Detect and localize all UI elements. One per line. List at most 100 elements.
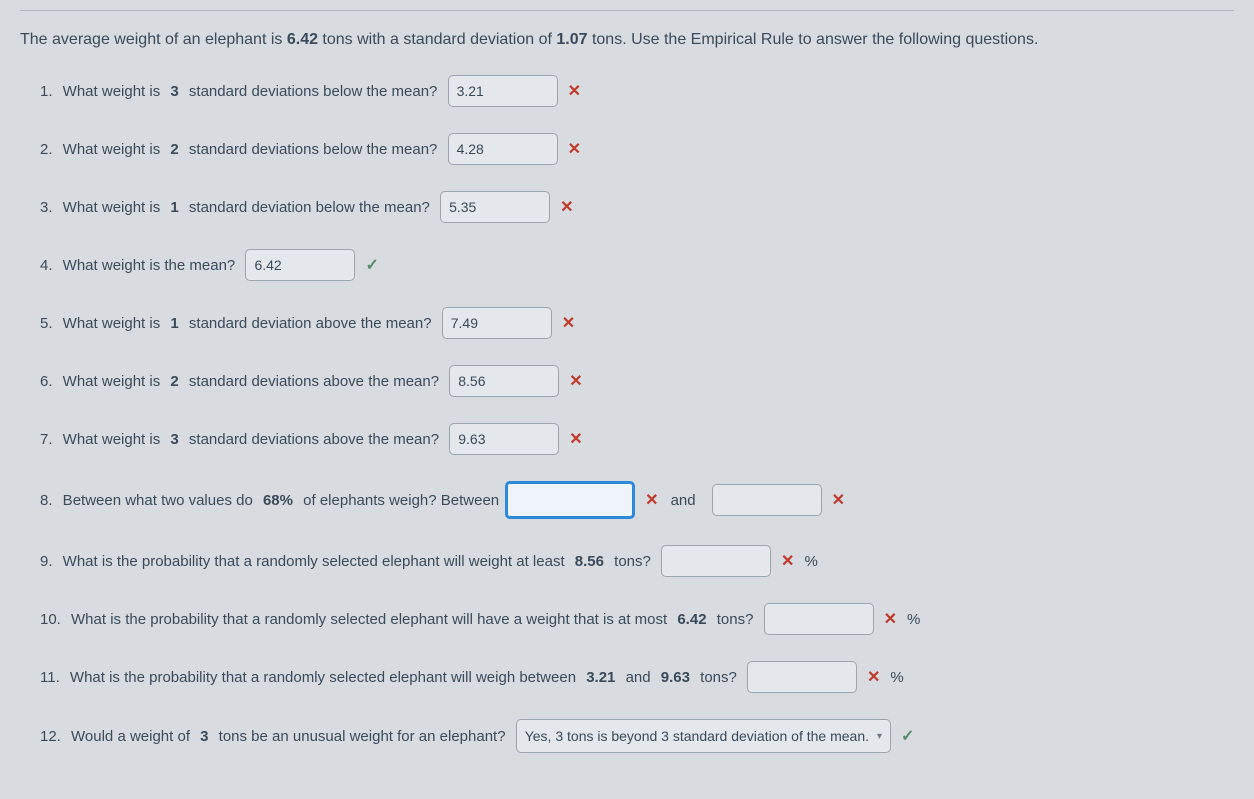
- percent-sign: %: [804, 553, 817, 570]
- q1-t1: What weight is: [59, 83, 165, 100]
- intro-prefix: The average weight of an elephant is: [20, 31, 287, 48]
- q11-num: 11.: [40, 669, 60, 686]
- q10-b1: 6.42: [677, 611, 706, 628]
- q2-input[interactable]: [448, 133, 558, 165]
- q7-input[interactable]: [449, 423, 559, 455]
- correct-icon: ✓: [901, 726, 914, 746]
- incorrect-icon: ✕: [562, 313, 575, 333]
- q3-num: 3.: [40, 199, 53, 216]
- intro-mean: 6.42: [287, 31, 318, 48]
- question-10: 10. What is the probability that a rando…: [40, 603, 1234, 635]
- q9-input[interactable]: [661, 545, 771, 577]
- q12-t2: tons be an unusual weight for an elephan…: [215, 728, 510, 745]
- q6-b1: 2: [170, 373, 178, 390]
- incorrect-icon: ✕: [884, 609, 897, 629]
- q12-select-value: Yes, 3 tons is beyond 3 standard deviati…: [525, 728, 869, 744]
- incorrect-icon: ✕: [867, 667, 880, 687]
- q2-t2: standard deviations below the mean?: [185, 141, 442, 158]
- q10-t2: tons?: [713, 611, 758, 628]
- q7-t2: standard deviations above the mean?: [185, 431, 444, 448]
- top-divider: [20, 10, 1234, 11]
- question-8: 8. Between what two values do 68% of ele…: [40, 481, 1234, 519]
- q12-num: 12.: [40, 728, 61, 745]
- question-9: 9. What is the probability that a random…: [40, 545, 1234, 577]
- incorrect-icon: ✕: [560, 197, 573, 217]
- percent-sign: %: [907, 611, 920, 628]
- intro-stddev: 1.07: [556, 31, 587, 48]
- incorrect-icon: ✕: [832, 490, 845, 510]
- q3-t1: What weight is: [59, 199, 165, 216]
- q11-input[interactable]: [747, 661, 857, 693]
- q1-b1: 3: [170, 83, 178, 100]
- question-12: 12. Would a weight of 3 tons be an unusu…: [40, 719, 1234, 753]
- q8-num: 8.: [40, 492, 53, 509]
- q11-t1: What is the probability that a randomly …: [66, 669, 580, 686]
- q9-t1: What is the probability that a randomly …: [59, 553, 569, 570]
- percent-sign: %: [890, 669, 903, 686]
- question-5: 5. What weight is 1 standard deviation a…: [40, 307, 1234, 339]
- q1-num: 1.: [40, 83, 53, 100]
- q2-b1: 2: [170, 141, 178, 158]
- question-6: 6. What weight is 2 standard deviations …: [40, 365, 1234, 397]
- q10-num: 10.: [40, 611, 61, 628]
- question-3: 3. What weight is 1 standard deviation b…: [40, 191, 1234, 223]
- q7-t1: What weight is: [59, 431, 165, 448]
- q9-t2: tons?: [610, 553, 655, 570]
- q8-and: and: [671, 492, 696, 509]
- q6-t2: standard deviations above the mean?: [185, 373, 444, 390]
- q10-input[interactable]: [764, 603, 874, 635]
- q3-input[interactable]: [440, 191, 550, 223]
- q6-num: 6.: [40, 373, 53, 390]
- q4-num: 4.: [40, 257, 53, 274]
- correct-icon: ✓: [365, 255, 378, 275]
- q8-b1: 68%: [263, 492, 293, 509]
- q9-num: 9.: [40, 553, 53, 570]
- q12-b1: 3: [200, 728, 208, 745]
- question-2: 2. What weight is 2 standard deviations …: [40, 133, 1234, 165]
- incorrect-icon: ✕: [569, 371, 582, 391]
- q6-input[interactable]: [449, 365, 559, 397]
- q2-num: 2.: [40, 141, 53, 158]
- question-4: 4. What weight is the mean? ✓: [40, 249, 1234, 281]
- q3-t2: standard deviation below the mean?: [185, 199, 434, 216]
- q5-t2: standard deviation above the mean?: [185, 315, 436, 332]
- incorrect-icon: ✕: [568, 139, 581, 159]
- incorrect-icon: ✕: [569, 429, 582, 449]
- q6-t1: What weight is: [59, 373, 165, 390]
- incorrect-icon: ✕: [781, 551, 794, 571]
- q1-t2: standard deviations below the mean?: [185, 83, 442, 100]
- q8-input-low[interactable]: [505, 481, 635, 519]
- q9-b1: 8.56: [575, 553, 604, 570]
- q4-t1: What weight is the mean?: [59, 257, 240, 274]
- incorrect-icon: ✕: [645, 490, 658, 510]
- q8-t1: Between what two values do: [59, 492, 257, 509]
- question-1: 1. What weight is 3 standard deviations …: [40, 75, 1234, 107]
- incorrect-icon: ✕: [568, 81, 581, 101]
- q5-b1: 1: [170, 315, 178, 332]
- q1-input[interactable]: [448, 75, 558, 107]
- q11-t3: tons?: [696, 669, 741, 686]
- question-7: 7. What weight is 3 standard deviations …: [40, 423, 1234, 455]
- intro-text: The average weight of an elephant is 6.4…: [20, 29, 1234, 51]
- intro-mid1: tons with a standard deviation of: [318, 31, 556, 48]
- chevron-down-icon: ▾: [877, 731, 882, 742]
- q8-input-high[interactable]: [712, 484, 822, 516]
- q11-b2: 9.63: [661, 669, 690, 686]
- question-11: 11. What is the probability that a rando…: [40, 661, 1234, 693]
- question-list: 1. What weight is 3 standard deviations …: [20, 75, 1234, 753]
- q5-input[interactable]: [442, 307, 552, 339]
- q2-t1: What weight is: [59, 141, 165, 158]
- q5-num: 5.: [40, 315, 53, 332]
- q5-t1: What weight is: [59, 315, 165, 332]
- q4-input[interactable]: [245, 249, 355, 281]
- intro-suffix: tons. Use the Empirical Rule to answer t…: [588, 31, 1039, 48]
- worksheet-container: The average weight of an elephant is 6.4…: [0, 0, 1254, 799]
- q12-t1: Would a weight of: [67, 728, 194, 745]
- q11-t2: and: [621, 669, 654, 686]
- q8-t2: of elephants weigh? Between: [299, 492, 499, 509]
- q7-num: 7.: [40, 431, 53, 448]
- q3-b1: 1: [170, 199, 178, 216]
- q11-b1: 3.21: [586, 669, 615, 686]
- q10-t1: What is the probability that a randomly …: [67, 611, 671, 628]
- q12-select[interactable]: Yes, 3 tons is beyond 3 standard deviati…: [516, 719, 891, 753]
